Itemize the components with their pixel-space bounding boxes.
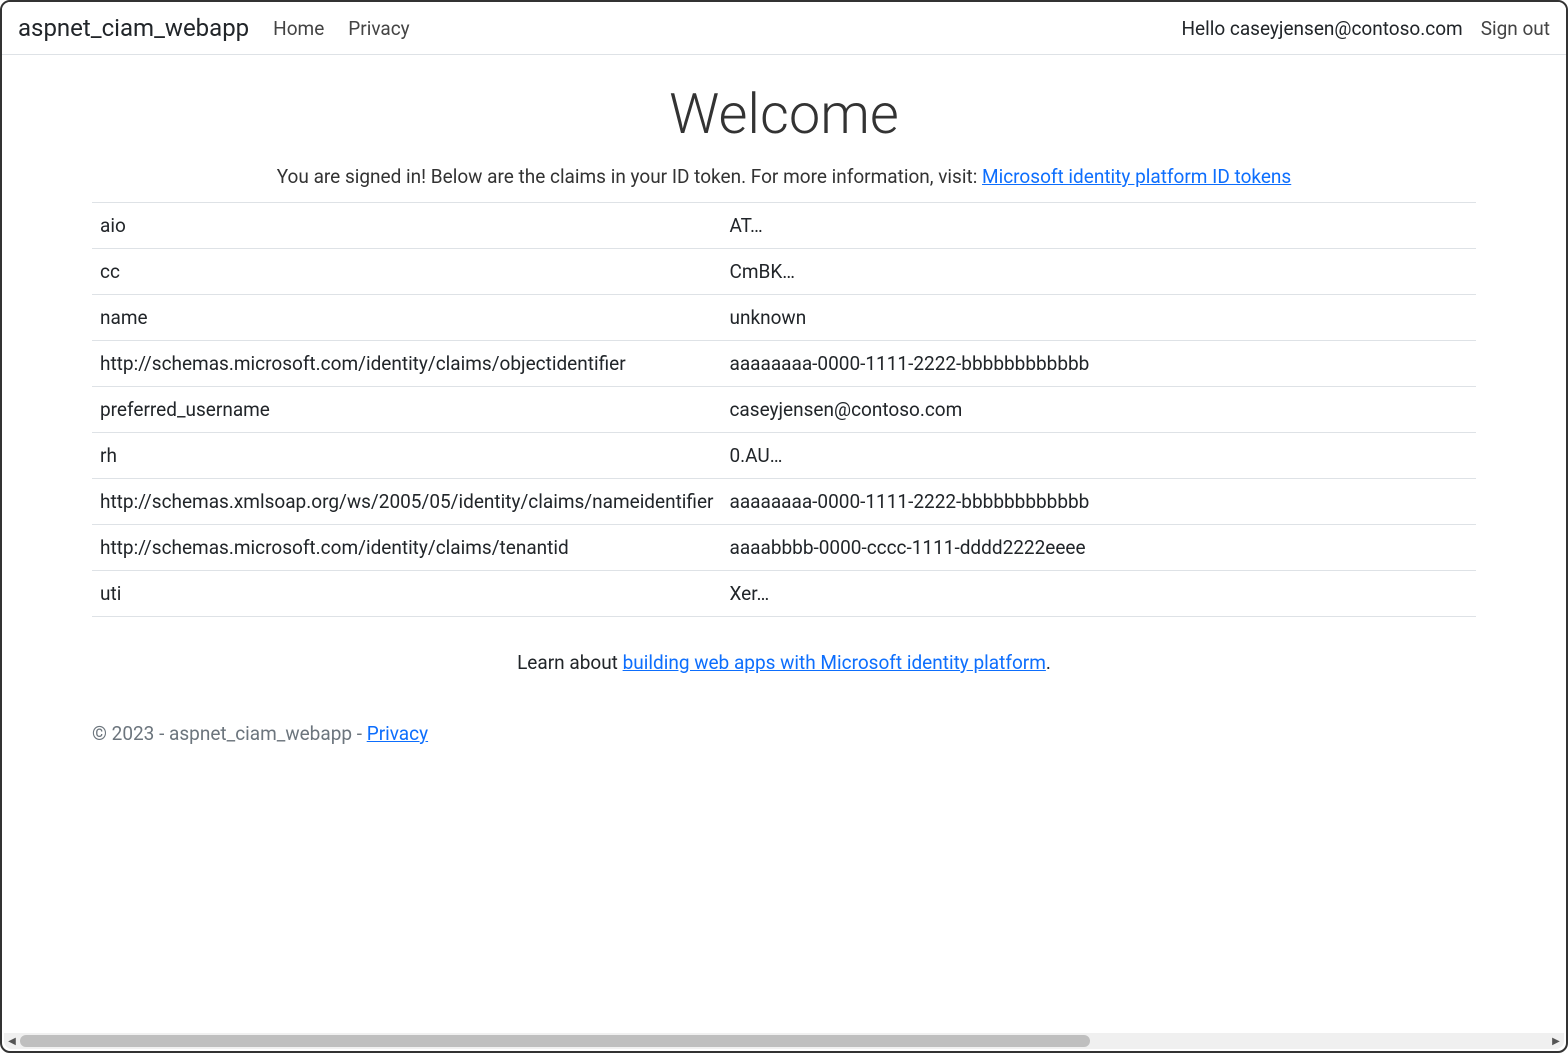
- footer-text: © 2023 - aspnet_ciam_webapp -: [92, 722, 367, 745]
- nav-home[interactable]: Home: [273, 17, 324, 40]
- table-row: aioAT…: [92, 203, 1476, 249]
- hello-user: Hello caseyjensen@contoso.com: [1181, 17, 1462, 40]
- claim-name: cc: [92, 249, 721, 295]
- table-row: http://schemas.xmlsoap.org/ws/2005/05/id…: [92, 479, 1476, 525]
- claim-name: http://schemas.microsoft.com/identity/cl…: [92, 525, 721, 571]
- table-row: utiXer…: [92, 571, 1476, 617]
- claim-value: aaaabbbb-0000-cccc-1111-dddd2222eeee: [721, 525, 1476, 571]
- brand-link[interactable]: aspnet_ciam_webapp: [18, 14, 249, 42]
- main-content: Welcome You are signed in! Below are the…: [2, 55, 1566, 684]
- scroll-track[interactable]: [20, 1033, 1548, 1049]
- table-row: http://schemas.microsoft.com/identity/cl…: [92, 341, 1476, 387]
- claim-value: 0.AU…: [721, 433, 1476, 479]
- claims-table: aioAT…ccCmBK…nameunknownhttp://schemas.m…: [92, 202, 1476, 617]
- scroll-right-arrow-icon[interactable]: ▶: [1548, 1033, 1564, 1049]
- nav-privacy[interactable]: Privacy: [348, 17, 409, 40]
- intro-prefix: You are signed in! Below are the claims …: [277, 165, 982, 188]
- table-row: rh0.AU…: [92, 433, 1476, 479]
- claim-name: uti: [92, 571, 721, 617]
- claim-value: aaaaaaaa-0000-1111-2222-bbbbbbbbbbbb: [721, 479, 1476, 525]
- learn-text: Learn about building web apps with Micro…: [92, 651, 1476, 674]
- learn-link[interactable]: building web apps with Microsoft identit…: [623, 651, 1046, 674]
- navbar-left: aspnet_ciam_webapp Home Privacy: [18, 14, 410, 42]
- learn-suffix: .: [1046, 651, 1051, 674]
- claim-name: http://schemas.xmlsoap.org/ws/2005/05/id…: [92, 479, 721, 525]
- footer-privacy-link[interactable]: Privacy: [367, 722, 428, 745]
- table-row: nameunknown: [92, 295, 1476, 341]
- scroll-thumb[interactable]: [20, 1035, 1090, 1047]
- claim-value: CmBK…: [721, 249, 1476, 295]
- claim-name: preferred_username: [92, 387, 721, 433]
- claim-name: http://schemas.microsoft.com/identity/cl…: [92, 341, 721, 387]
- claim-value: unknown: [721, 295, 1476, 341]
- id-tokens-link[interactable]: Microsoft identity platform ID tokens: [982, 165, 1291, 188]
- table-row: ccCmBK…: [92, 249, 1476, 295]
- navbar-right: Hello caseyjensen@contoso.com Sign out: [1181, 17, 1550, 40]
- claim-value: AT…: [721, 203, 1476, 249]
- horizontal-scrollbar[interactable]: ◀ ▶: [4, 1033, 1564, 1049]
- claim-name: name: [92, 295, 721, 341]
- table-row: http://schemas.microsoft.com/identity/cl…: [92, 525, 1476, 571]
- learn-prefix: Learn about: [517, 651, 623, 674]
- scroll-left-arrow-icon[interactable]: ◀: [4, 1033, 20, 1049]
- footer: © 2023 - aspnet_ciam_webapp - Privacy: [2, 706, 1566, 761]
- navbar: aspnet_ciam_webapp Home Privacy Hello ca…: [2, 2, 1566, 55]
- claim-name: aio: [92, 203, 721, 249]
- claim-name: rh: [92, 433, 721, 479]
- claim-value: aaaaaaaa-0000-1111-2222-bbbbbbbbbbbb: [721, 341, 1476, 387]
- claim-value: Xer…: [721, 571, 1476, 617]
- signout-link[interactable]: Sign out: [1481, 17, 1550, 40]
- table-row: preferred_usernamecaseyjensen@contoso.co…: [92, 387, 1476, 433]
- claim-value: caseyjensen@contoso.com: [721, 387, 1476, 433]
- intro-text: You are signed in! Below are the claims …: [92, 165, 1476, 188]
- page-title: Welcome: [92, 81, 1476, 147]
